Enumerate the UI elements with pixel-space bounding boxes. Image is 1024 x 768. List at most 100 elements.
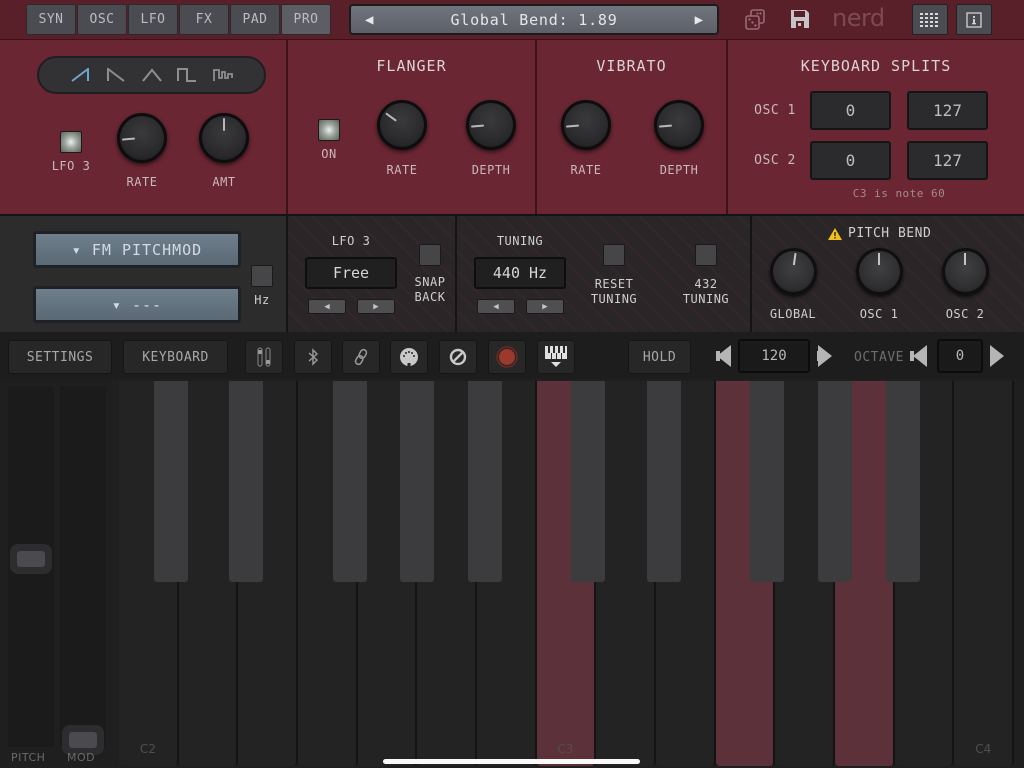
flanger-on-label: ON — [321, 147, 337, 161]
vibrato-rate-knob[interactable] — [561, 100, 611, 150]
tuning-432-label: 432 TUNING — [682, 277, 730, 306]
black-key-fsharp2[interactable] — [332, 381, 367, 582]
split-osc1-high[interactable]: 127 — [907, 91, 988, 130]
pitch-bend-osc1-knob[interactable] — [856, 248, 903, 295]
tab-pad[interactable]: PAD — [230, 4, 280, 35]
octave-increment-stub — [990, 351, 994, 361]
black-key-asharp3[interactable] — [885, 381, 920, 582]
black-key-dsharp3[interactable] — [647, 381, 682, 582]
mod-target-dropdown[interactable]: ▾ --- — [33, 286, 241, 323]
white-key-c4[interactable]: C4 — [954, 381, 1015, 766]
pitch-bend-global-knob[interactable] — [770, 248, 817, 295]
lfo3-sync-prev-button[interactable]: ◀ — [308, 299, 346, 314]
grid-button[interactable] — [912, 4, 948, 35]
sliders-icon — [257, 347, 271, 367]
mod-source-dropdown[interactable]: ▾ FM PITCHMOD — [33, 231, 241, 268]
preset-next-icon[interactable]: ▶ — [695, 12, 703, 28]
tuning-section: TUNING 440 Hz ◀ ▶ RESET TUNING 432 TUNIN… — [457, 216, 752, 332]
snap-back-toggle[interactable] — [419, 244, 441, 266]
lfo3-sync-display: Free — [305, 257, 397, 289]
key-label: C2 — [139, 742, 156, 756]
hold-button[interactable]: HOLD — [628, 340, 691, 374]
vibrato-title: VIBRATO — [596, 57, 667, 75]
lfo3-sync-section: LFO 3 Free ◀ ▶ SNAP BACK — [288, 216, 457, 332]
lfo3-sync-title: LFO 3 — [331, 234, 371, 248]
tab-lfo[interactable]: LFO — [128, 4, 178, 35]
preset-prev-icon[interactable]: ◀ — [365, 12, 373, 28]
preset-selector[interactable]: ◀ Global Bend: 1.89 ▶ — [349, 4, 719, 35]
keyboard-button[interactable]: KEYBOARD — [123, 340, 228, 374]
key-label: C3 — [557, 742, 574, 756]
vibrato-depth-label: DEPTH — [659, 163, 699, 177]
tempo-decrement-button[interactable] — [717, 345, 731, 367]
mod-wheel-label: MOD — [67, 751, 96, 764]
split-osc2-high[interactable]: 127 — [907, 141, 988, 180]
keyboard-layout-button[interactable] — [537, 340, 575, 374]
tuning-next-button[interactable]: ▶ — [526, 299, 564, 314]
black-key-csharp3[interactable] — [571, 381, 606, 582]
reset-tuning-label: RESET TUNING — [590, 277, 638, 306]
black-key-csharp2[interactable] — [153, 381, 188, 582]
info-button[interactable] — [956, 4, 992, 35]
black-key-gsharp3[interactable] — [818, 381, 853, 582]
save-icon[interactable] — [790, 9, 810, 29]
flanger-rate-knob[interactable] — [377, 100, 427, 150]
lfo3-sync-next-button[interactable]: ▶ — [357, 299, 395, 314]
flanger-depth-label: DEPTH — [471, 163, 511, 177]
lfo3-rate-knob[interactable] — [117, 113, 167, 163]
waveform-triangle-icon[interactable] — [141, 68, 162, 82]
tab-pro[interactable]: PRO — [281, 4, 331, 35]
flanger-title: FLANGER — [376, 57, 447, 75]
waveform-selector — [37, 56, 266, 94]
octave-label: OCTAVE — [854, 349, 904, 365]
tab-bar: SYN OSC LFO FX PAD PRO — [26, 4, 331, 35]
black-key-gsharp2[interactable] — [400, 381, 435, 582]
bluetooth-button[interactable] — [294, 340, 332, 374]
sliders-button[interactable] — [245, 340, 283, 374]
mod-wheel[interactable] — [60, 386, 106, 755]
split-osc1-low[interactable]: 0 — [810, 91, 891, 130]
waveform-saw-up-icon[interactable] — [70, 68, 91, 82]
pitch-bend-osc2-knob[interactable] — [942, 248, 989, 295]
tuning-432-toggle[interactable] — [695, 244, 717, 266]
pitch-wheel[interactable] — [8, 386, 54, 747]
keyboard-splits-section: KEYBOARD SPLITS OSC 1 0 127 OSC 2 0 127 … — [728, 40, 1024, 214]
pitch-bend-section: PITCH BEND GLOBAL OSC 1 OSC 2 — [752, 216, 1024, 332]
lfo3-toggle[interactable] — [60, 131, 82, 153]
tab-fx[interactable]: FX — [179, 4, 229, 35]
vibrato-depth-knob[interactable] — [654, 100, 704, 150]
vibrato-section: VIBRATO RATE DEPTH — [537, 40, 728, 214]
tempo-display[interactable]: 120 — [738, 339, 810, 373]
record-icon — [496, 346, 518, 368]
record-button[interactable] — [488, 340, 526, 374]
waveform-saw-down-icon[interactable] — [106, 68, 126, 82]
octave-display[interactable]: 0 — [937, 339, 983, 373]
waveform-pulse-icon[interactable] — [212, 68, 233, 82]
flanger-section: FLANGER ON RATE DEPTH — [288, 40, 537, 214]
reset-tuning-toggle[interactable] — [603, 244, 625, 266]
black-key-asharp2[interactable] — [468, 381, 503, 582]
link-button[interactable] — [342, 340, 380, 374]
black-key-dsharp2[interactable] — [229, 381, 264, 582]
flanger-rate-label: RATE — [386, 163, 418, 177]
tuning-prev-button[interactable]: ◀ — [477, 299, 515, 314]
split-note-hint: C3 is note 60 — [852, 187, 946, 200]
midi-button[interactable] — [390, 340, 428, 374]
disable-button[interactable] — [439, 340, 477, 374]
dice-icon[interactable] — [744, 9, 766, 31]
octave-decrement-button[interactable] — [913, 345, 927, 367]
settings-button[interactable]: SETTINGS — [8, 340, 112, 374]
top-bar: SYN OSC LFO FX PAD PRO ◀ Global Bend: 1.… — [0, 0, 1024, 40]
split-osc2-low[interactable]: 0 — [810, 141, 891, 180]
lfo3-amount-knob[interactable] — [199, 113, 249, 163]
snap-back-label: SNAP BACK — [414, 275, 446, 304]
tab-osc[interactable]: OSC — [77, 4, 127, 35]
pitch-wheel-handle[interactable] — [10, 543, 52, 574]
black-key-fsharp3[interactable] — [750, 381, 785, 582]
tab-syn[interactable]: SYN — [26, 4, 76, 35]
waveform-square-icon[interactable] — [177, 68, 197, 82]
home-indicator[interactable] — [383, 759, 640, 764]
flanger-on-toggle[interactable] — [318, 119, 340, 141]
flanger-depth-knob[interactable] — [466, 100, 516, 150]
hz-toggle[interactable] — [251, 265, 273, 287]
